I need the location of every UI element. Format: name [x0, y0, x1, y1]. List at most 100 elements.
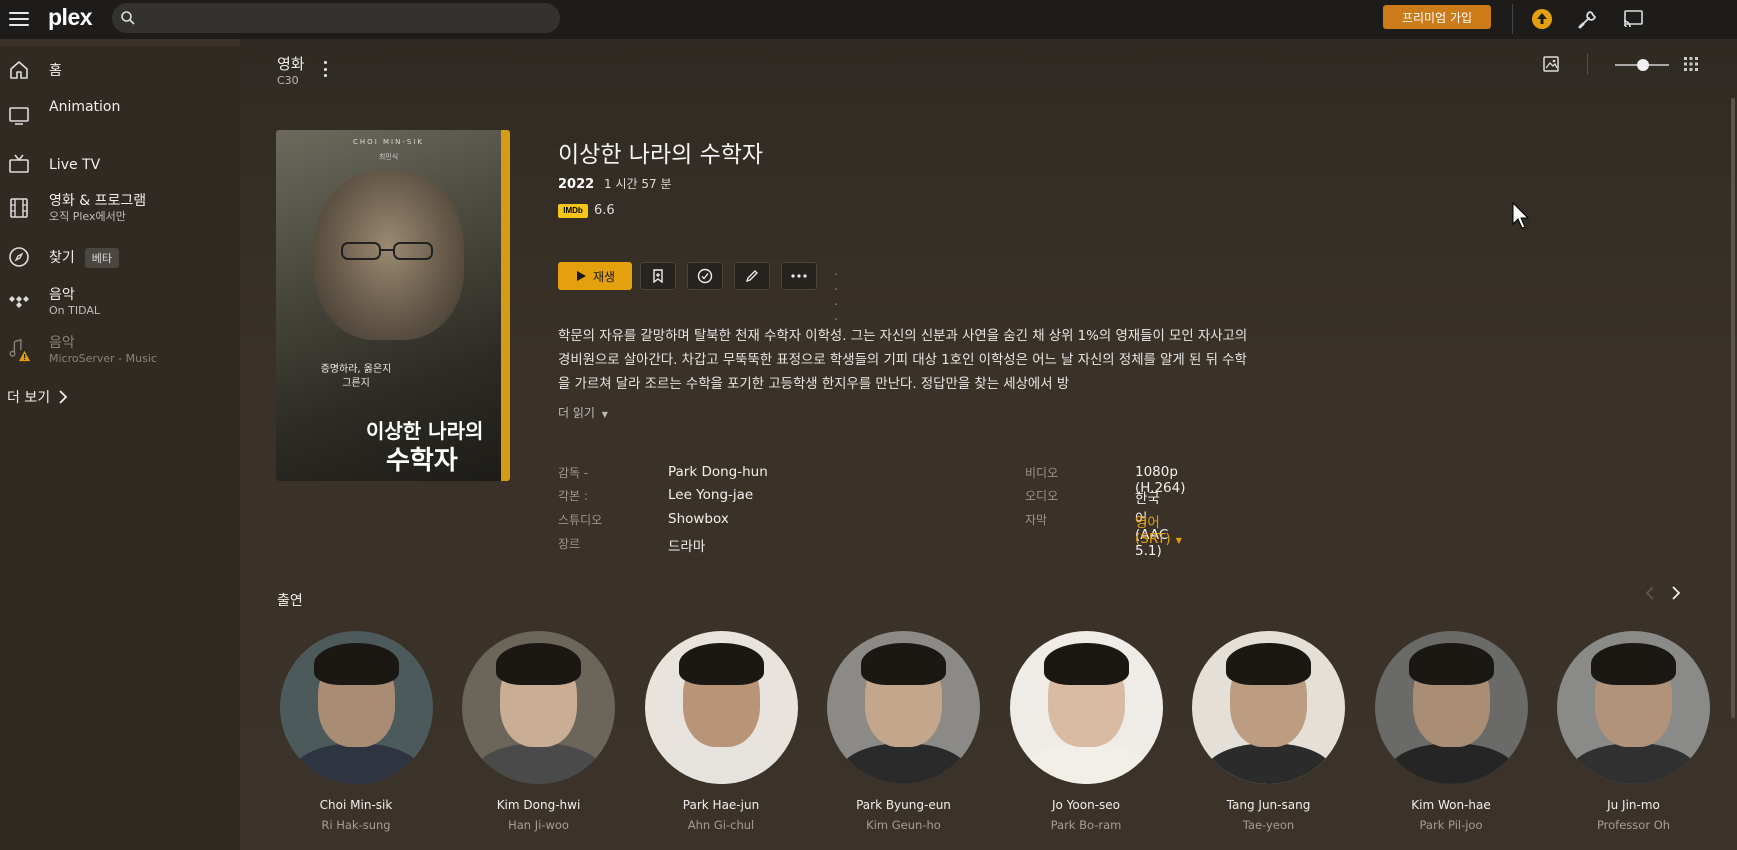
premium-button[interactable]: 프리미엄 가입	[1383, 5, 1491, 29]
play-label: 재생	[592, 269, 616, 284]
settings-wrench-icon[interactable]	[1574, 5, 1602, 33]
cast-card[interactable]: Park Hae-jun Ahn Gi-chul	[641, 631, 801, 832]
sidebar-item-movies-shows[interactable]: 영화 & 프로그램 오직 Plex에서만	[0, 192, 240, 230]
avatar-body	[1569, 743, 1699, 784]
avatar-body	[291, 743, 422, 784]
mouse-cursor-icon	[1512, 202, 1530, 229]
avatar[interactable]	[1557, 631, 1710, 784]
cast-card[interactable]: Tang Jun-sang Tae-yeon	[1189, 631, 1349, 832]
cast-role: Professor Oh	[1596, 818, 1671, 832]
subtitle-value: 영어 (SRT)	[1135, 515, 1171, 547]
cast-name[interactable]: Ju Jin-mo	[1554, 798, 1714, 812]
zoom-slider-handle[interactable]	[1637, 59, 1649, 71]
toolbar-divider	[1587, 53, 1588, 75]
cast-card[interactable]: Kim Won-hae Park Pil-joo	[1371, 631, 1531, 832]
detail-value-director[interactable]: Park Dong-hun	[668, 464, 768, 480]
pencil-icon	[745, 270, 758, 283]
watchlist-button[interactable]	[640, 262, 676, 290]
subtitle-select[interactable]: 영어 (SRT) ▼	[1135, 511, 1182, 547]
poster-tagline: 증명하라, 옳은지 그른지	[320, 364, 392, 389]
cast-name[interactable]: Kim Dong-hwi	[459, 798, 619, 812]
detail-label-video: 비디오	[1025, 466, 1059, 480]
cast-name[interactable]: Tang Jun-sang	[1189, 798, 1349, 812]
sidebar-item-animation[interactable]: Animation	[0, 98, 240, 128]
sidebar-item-label: 찾기	[49, 250, 75, 266]
update-icon[interactable]	[1528, 5, 1556, 33]
movie-summary: 학문의 자유를 갈망하며 탈북한 천재 수학자 이학성. 그는 자신의 신분과 …	[558, 329, 1248, 392]
cast-name[interactable]: Park Byung-eun	[824, 798, 984, 812]
sidebar-item-music-server[interactable]: 음악 MicroServer - Music	[0, 334, 240, 372]
grid-view-icon[interactable]	[1683, 56, 1699, 76]
chevron-right-icon[interactable]	[1671, 585, 1681, 601]
avatar-body	[1386, 743, 1517, 784]
mark-watched-button[interactable]	[687, 262, 723, 290]
movie-poster[interactable]: CHOI MIN-SIK 최민식 증명하라, 옳은지 그른지 이상한 나라의 수…	[276, 130, 510, 481]
chevron-left-icon[interactable]	[1645, 585, 1655, 601]
sidebar-item-live-tv[interactable]: Live TV	[0, 152, 240, 182]
read-more-link[interactable]: 더 읽기 ▼	[558, 404, 608, 421]
cast-name[interactable]: Jo Yoon-seo	[1006, 798, 1166, 812]
avatar[interactable]	[279, 631, 433, 784]
cast-heading: 출연	[277, 593, 303, 609]
cast-name[interactable]: Kim Won-hae	[1371, 798, 1531, 812]
cast-card[interactable]: Jo Yoon-seo Park Bo-ram	[1006, 631, 1166, 832]
poster-actor-line: CHOI MIN-SIK	[353, 138, 424, 146]
zoom-slider[interactable]	[1615, 59, 1669, 71]
avatar-hair	[496, 643, 581, 685]
cast-list: Choi Min-sik Ri Hak-sung Kim Dong-hwi Han J…	[276, 631, 1736, 850]
cast-role: Park Pil-joo	[1419, 818, 1483, 832]
detail-label-writer: 각본 :	[558, 489, 588, 503]
more-label: 더 보기	[7, 390, 51, 406]
cast-icon[interactable]	[1619, 5, 1647, 33]
library-title[interactable]: 영화	[277, 53, 305, 74]
sidebar-item-label: Live TV	[49, 157, 101, 173]
avatar[interactable]	[462, 631, 615, 784]
imdb-logo: IMDb	[558, 203, 588, 218]
sidebar: 홈 Animation Live TV 영화 & 프로그램 오직 Plex에서만…	[0, 46, 240, 850]
chevron-right-icon	[59, 390, 68, 404]
cast-name[interactable]: Choi Min-sik	[276, 798, 436, 812]
avatar[interactable]	[1009, 631, 1163, 784]
sidebar-item-discover[interactable]: 찾기 베타	[0, 245, 240, 275]
background-image-icon[interactable]	[1542, 55, 1560, 77]
bookmark-icon	[653, 269, 663, 283]
movie-duration: 1 시간 57 분	[604, 177, 672, 191]
menu-icon[interactable]	[8, 9, 30, 29]
cast-card[interactable]: Kim Dong-hwi Han Ji-woo	[459, 631, 619, 832]
more-options-button[interactable]	[781, 262, 817, 290]
cast-card[interactable]: Park Byung-eun Kim Geun-ho	[824, 631, 984, 832]
details-row: 스튜디오 Showbox 자막 영어 (SRT) ▼	[558, 511, 1182, 547]
avatar-hair	[1226, 643, 1311, 685]
detail-value-genre[interactable]: 드라마	[668, 535, 705, 555]
sidebar-item-sublabel: On TIDAL	[49, 304, 101, 317]
detail-value-writer[interactable]: Lee Yong-jae	[668, 487, 753, 503]
details-row: 장르 드라마	[558, 535, 1118, 557]
cast-card[interactable]: Choi Min-sik Ri Hak-sung	[276, 631, 436, 832]
avatar[interactable]	[1374, 631, 1528, 784]
search-icon	[121, 11, 135, 25]
imdb-score: 6.6	[594, 203, 615, 218]
sidebar-item-label: 음악	[49, 287, 75, 303]
avatar-hair	[313, 643, 399, 685]
plex-logo[interactable]: plex	[48, 4, 93, 31]
play-button[interactable]: 재생	[558, 262, 632, 290]
library-more-icon[interactable]	[324, 61, 328, 77]
detail-value-studio[interactable]: Showbox	[668, 511, 729, 527]
avatar[interactable]	[827, 631, 980, 784]
movie-title: 이상한 나라의 수학자	[558, 142, 764, 168]
more-link[interactable]: 더 보기	[7, 387, 68, 407]
avatar[interactable]	[644, 631, 798, 784]
sidebar-item-music-tidal[interactable]: 음악 On TIDAL	[0, 286, 240, 324]
avatar-body	[656, 743, 787, 784]
sidebar-item-home[interactable]: 홈	[0, 58, 240, 88]
movie-meta: 2022 1 시간 57 분	[558, 175, 671, 192]
details-row: 각본 : Lee Yong-jae 오디오 한국어 (AAC 5.1)	[558, 487, 1168, 559]
search-input[interactable]	[112, 3, 560, 33]
cast-card[interactable]: Ju Jin-mo Professor Oh	[1554, 631, 1714, 832]
scrollbar[interactable]	[1731, 98, 1735, 718]
avatar[interactable]	[1192, 631, 1345, 784]
avatar-hair	[1591, 643, 1676, 685]
cast-name[interactable]: Park Hae-jun	[641, 798, 801, 812]
poster-actor-korean: 최민식	[378, 153, 399, 161]
edit-button[interactable]	[734, 262, 770, 290]
